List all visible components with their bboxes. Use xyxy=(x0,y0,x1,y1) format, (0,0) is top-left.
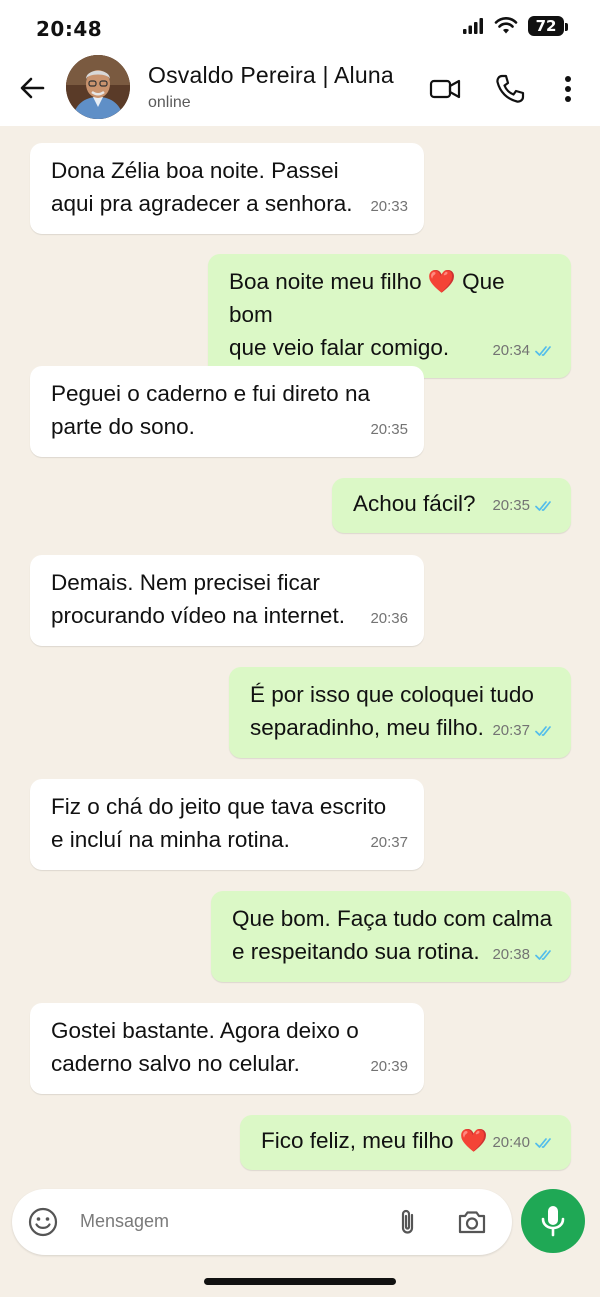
message-bubble-outgoing[interactable]: Boa noite meu filho ❤️ Que bom que veio … xyxy=(208,254,571,378)
message-time: 20:35 xyxy=(492,497,530,514)
message-bubble-outgoing[interactable]: Fico feliz, meu filho ❤️ 20:40 xyxy=(240,1115,571,1170)
wifi-icon xyxy=(494,17,518,34)
message-time: 20:38 xyxy=(492,946,530,963)
message-text-line: aqui pra agradecer a senhora. xyxy=(51,191,353,216)
back-arrow-icon[interactable] xyxy=(16,72,48,104)
message-bubble-incoming[interactable]: Fiz o chá do jeito que tava escrito e in… xyxy=(30,779,424,870)
battery-indicator: 72 xyxy=(528,16,568,36)
message-time: 20:37 xyxy=(370,834,408,851)
message-text-line: É por isso que coloquei tudo xyxy=(250,682,534,707)
message-meta: 20:33 xyxy=(370,190,408,223)
chat-header: Osvaldo Pereira | Aluna online xyxy=(0,50,600,126)
message-bubble-incoming[interactable]: Demais. Nem precisei ficar procurando ví… xyxy=(30,555,424,646)
message-time: 20:37 xyxy=(492,722,530,739)
message-time: 20:33 xyxy=(370,198,408,215)
camera-icon[interactable] xyxy=(456,1206,488,1238)
message-bubble-outgoing[interactable]: É por isso que coloquei tudo separadinho… xyxy=(229,667,571,758)
message-meta: 20:39 xyxy=(370,1050,408,1083)
mic-button[interactable] xyxy=(521,1189,585,1253)
message-time: 20:40 xyxy=(492,1134,530,1151)
signal-icon xyxy=(463,18,483,34)
message-text-line: procurando vídeo na internet. xyxy=(51,603,345,628)
message-bubble-outgoing[interactable]: Achou fácil? 20:35 xyxy=(332,478,571,533)
message-text-line: Boa noite meu filho ❤️ Que bom xyxy=(229,269,505,327)
message-meta: 20:36 xyxy=(370,602,408,635)
message-composer[interactable]: Mensagem xyxy=(12,1189,512,1255)
message-bubble-incoming[interactable]: Gostei bastante. Agora deixo o caderno s… xyxy=(30,1003,424,1094)
message-text-line: parte do sono. xyxy=(51,414,195,439)
emoji-icon[interactable] xyxy=(27,1206,59,1238)
message-time: 20:34 xyxy=(492,342,530,359)
message-bubble-incoming[interactable]: Peguei o caderno e fui direto na parte d… xyxy=(30,366,424,457)
message-meta: 20:37 xyxy=(370,826,408,859)
message-time: 20:35 xyxy=(370,421,408,438)
read-receipt-icon xyxy=(535,725,551,736)
message-text-line: Dona Zélia boa noite. Passei xyxy=(51,158,339,183)
contact-status: online xyxy=(148,94,191,111)
message-bubble-incoming[interactable]: Dona Zélia boa noite. Passei aqui pra ag… xyxy=(30,143,424,234)
read-receipt-icon xyxy=(535,345,551,356)
message-meta: 20:38 xyxy=(492,938,555,971)
video-call-icon[interactable] xyxy=(428,72,462,106)
status-icons: 72 xyxy=(462,16,568,36)
message-list[interactable]: Dona Zélia boa noite. Passei aqui pra ag… xyxy=(0,126,600,1180)
read-receipt-icon xyxy=(535,500,551,511)
status-time: 20:48 xyxy=(36,17,103,41)
mic-icon xyxy=(541,1206,565,1237)
avatar[interactable] xyxy=(66,55,130,119)
message-meta: 20:35 xyxy=(370,413,408,446)
contact-name[interactable]: Osvaldo Pereira | Aluna xyxy=(148,62,394,89)
message-text-line: Demais. Nem precisei ficar xyxy=(51,570,320,595)
home-indicator xyxy=(204,1278,396,1285)
message-time: 20:39 xyxy=(370,1058,408,1075)
message-meta: 20:35 xyxy=(492,489,555,522)
message-text-line: Fiz o chá do jeito que tava escrito xyxy=(51,794,387,819)
phone-icon[interactable] xyxy=(493,72,527,106)
message-text-line: Gostei bastante. Agora deixo o xyxy=(51,1018,359,1043)
message-input[interactable]: Mensagem xyxy=(80,1211,169,1232)
message-text-line: caderno salvo no celular. xyxy=(51,1051,300,1076)
message-text-line: Peguei o caderno e fui direto na xyxy=(51,381,370,406)
message-bubble-outgoing[interactable]: Que bom. Faça tudo com calma e respeitan… xyxy=(211,891,571,982)
more-options-icon[interactable] xyxy=(551,72,585,106)
message-time: 20:36 xyxy=(370,610,408,627)
message-meta: 20:34 xyxy=(492,334,555,367)
message-text-line: e incluí na minha rotina. xyxy=(51,827,290,852)
read-receipt-icon xyxy=(535,1137,551,1148)
message-text-line: Que bom. Faça tudo com calma xyxy=(232,906,553,931)
read-receipt-icon xyxy=(535,949,551,960)
message-meta: 20:40 xyxy=(492,1126,555,1159)
attach-icon[interactable] xyxy=(392,1206,424,1238)
message-meta: 20:37 xyxy=(492,714,555,747)
